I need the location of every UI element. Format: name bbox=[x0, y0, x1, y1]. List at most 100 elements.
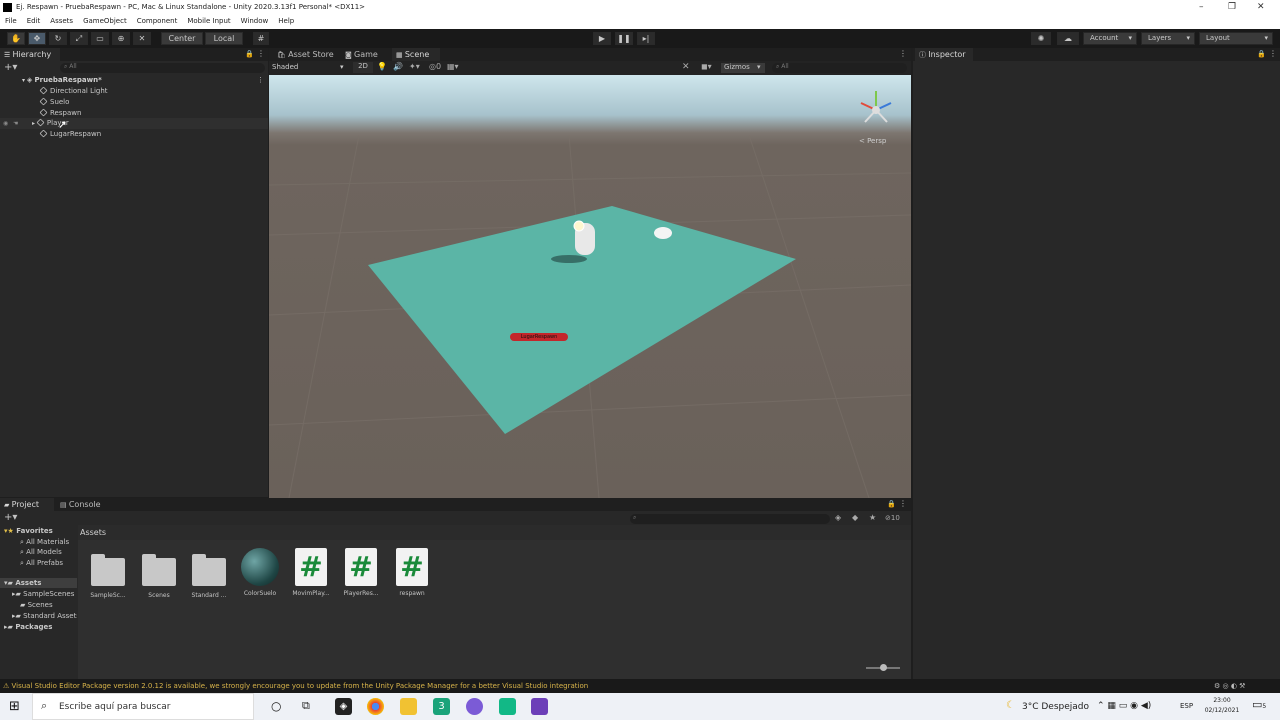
assets-root-row[interactable]: ▾▰ Assets bbox=[0, 578, 77, 588]
account-dropdown[interactable]: Account bbox=[1083, 32, 1137, 45]
app-3-icon[interactable]: 3 bbox=[433, 698, 450, 715]
hierarchy-item-lugarrespawn[interactable]: LugarRespawn bbox=[0, 129, 268, 140]
search-by-type-icon[interactable]: ◈ bbox=[835, 513, 841, 522]
menu-mobile-input[interactable]: Mobile Input bbox=[182, 15, 235, 29]
asset-item-scenes[interactable]: Scenes bbox=[135, 548, 183, 599]
menu-component[interactable]: Component bbox=[132, 15, 183, 29]
cortana-icon[interactable]: ○ bbox=[271, 699, 281, 713]
tree-folder-standard-assets[interactable]: ▸▰ Standard Assets bbox=[0, 611, 77, 621]
asset-item-samplescenes[interactable]: SampleSc... bbox=[84, 548, 132, 599]
search-by-label-icon[interactable]: ◆ bbox=[852, 513, 858, 522]
tab-project[interactable]: ▰ Project bbox=[0, 498, 54, 511]
file-explorer-icon[interactable] bbox=[400, 698, 417, 715]
tree-folder-samplescenes[interactable]: ▸▰ SampleScenes bbox=[0, 589, 77, 599]
visibility-eye-icon[interactable]: ◉ bbox=[3, 118, 8, 129]
asset-item-respawn[interactable]: # respawn bbox=[388, 548, 436, 597]
add-object-button[interactable]: +▾ bbox=[4, 62, 17, 73]
scene-viewport[interactable]: LugarRespawn < Persp bbox=[269, 75, 911, 498]
project-lock-icon[interactable]: 🔒 bbox=[887, 500, 896, 508]
notifications-icon[interactable]: ▭5 bbox=[1252, 698, 1266, 711]
taskbar-clock[interactable]: 23:00 02/12/2021 bbox=[1204, 696, 1240, 716]
tab-scene[interactable]: ▦ Scene bbox=[392, 48, 440, 61]
chrome-taskbar-icon[interactable] bbox=[367, 698, 384, 715]
visual-studio-icon[interactable] bbox=[531, 698, 548, 715]
hidden-packages-badge[interactable]: ⊘10 bbox=[885, 514, 900, 522]
lighting-toggle-icon[interactable]: 💡 bbox=[377, 62, 387, 71]
menu-edit[interactable]: Edit bbox=[22, 15, 46, 29]
weather-text[interactable]: 3°C Despejado bbox=[1022, 702, 1089, 712]
grid-toggle-icon[interactable]: ▦▾ bbox=[447, 62, 459, 71]
minimize-button[interactable]: – bbox=[1199, 2, 1204, 12]
rect-tool-icon[interactable]: ▭ bbox=[91, 32, 109, 45]
tab-game[interactable]: ◙ Game bbox=[341, 48, 389, 61]
tab-hierarchy[interactable]: ☰ Hierarchy bbox=[0, 48, 60, 61]
hidden-objects-icon[interactable]: ◎0 bbox=[429, 62, 441, 71]
favorite-star-icon[interactable]: ★ bbox=[869, 513, 876, 522]
scene-root-row[interactable]: ▾ ◈ PruebaRespawn* ⋮ bbox=[0, 75, 268, 86]
move-tool-icon[interactable]: ✥ bbox=[28, 32, 46, 45]
hierarchy-item-suelo[interactable]: Suelo bbox=[0, 97, 268, 108]
status-bar[interactable]: ⚠ Visual Studio Editor Package version 2… bbox=[0, 679, 1280, 693]
tray-icons[interactable]: ⌃ ▦ ▭ ◉ ◀) bbox=[1097, 701, 1151, 711]
packages-row[interactable]: ▸▰ Packages bbox=[0, 622, 77, 632]
camera-gizmo-icon[interactable] bbox=[654, 227, 672, 239]
transform-tool-icon[interactable]: ⊕ bbox=[112, 32, 130, 45]
menu-help[interactable]: Help bbox=[273, 15, 299, 29]
tab-console[interactable]: ▤ Console bbox=[56, 498, 108, 511]
perspective-label[interactable]: < Persp bbox=[859, 137, 886, 145]
menu-window[interactable]: Window bbox=[236, 15, 274, 29]
tree-folder-scenes[interactable]: ▰ Scenes bbox=[0, 600, 77, 610]
asset-item-colorsuelo[interactable]: ColorSuelo bbox=[236, 548, 284, 597]
camera-settings-icon[interactable]: ◼▾ bbox=[701, 62, 712, 71]
menu-assets[interactable]: Assets bbox=[45, 15, 78, 29]
2d-toggle[interactable]: 2D bbox=[353, 62, 373, 73]
effects-toggle-icon[interactable]: ✦▾ bbox=[409, 62, 420, 71]
asset-item-movimplayer[interactable]: # MovimPlay... bbox=[287, 548, 335, 597]
step-button-icon[interactable]: ▸| bbox=[637, 32, 655, 45]
taskbar-search-input[interactable]: ⌕ Escribe aquí para buscar bbox=[32, 693, 254, 720]
inspector-menu-icon[interactable]: ⋮ bbox=[1269, 49, 1277, 58]
layers-dropdown[interactable]: Layers bbox=[1141, 32, 1195, 45]
asset-breadcrumb[interactable]: Assets bbox=[78, 525, 911, 540]
panel-menu-icon[interactable]: ⋮ bbox=[257, 49, 265, 58]
project-search-input[interactable]: ⌕ bbox=[630, 514, 830, 524]
gizmos-dropdown[interactable]: Gizmos ▾ bbox=[721, 63, 765, 73]
pause-button-icon[interactable]: ❚❚ bbox=[615, 32, 633, 45]
hierarchy-search-input[interactable]: ⌕ All bbox=[60, 63, 265, 73]
tools-icon[interactable]: ✕ bbox=[682, 62, 690, 72]
cloud-icon[interactable]: ☁ bbox=[1057, 32, 1079, 45]
hierarchy-item-player[interactable]: ◉ ☚ ▸ Player bbox=[0, 118, 268, 129]
task-view-icon[interactable]: ⧉ bbox=[302, 699, 310, 713]
app-green-icon[interactable] bbox=[499, 698, 516, 715]
windows-start-icon[interactable]: ⊞ bbox=[9, 699, 20, 714]
unity-taskbar-icon[interactable]: ◈ bbox=[335, 698, 352, 715]
maximize-button[interactable]: ❐ bbox=[1228, 2, 1236, 12]
layout-dropdown[interactable]: Layout bbox=[1199, 32, 1273, 45]
inspector-lock-icon[interactable]: 🔒 bbox=[1257, 50, 1266, 58]
menu-gameobject[interactable]: GameObject bbox=[78, 15, 132, 29]
favorites-item-prefabs[interactable]: ⌕ All Prefabs bbox=[0, 558, 77, 568]
favorites-item-models[interactable]: ⌕ All Models bbox=[0, 547, 77, 557]
pickable-hand-icon[interactable]: ☚ bbox=[13, 118, 18, 129]
close-button[interactable]: ✕ bbox=[1257, 2, 1265, 12]
hierarchy-item-directional-light[interactable]: Directional Light bbox=[0, 86, 268, 97]
scene-search-input[interactable]: ⌕ All bbox=[772, 63, 907, 73]
tab-inspector[interactable]: ⓘ Inspector bbox=[915, 48, 973, 61]
scene-panel-menu-icon[interactable]: ⋮ bbox=[899, 49, 907, 58]
scale-tool-icon[interactable]: ⤢ bbox=[70, 32, 88, 45]
asset-item-standard-assets[interactable]: Standard ... bbox=[185, 548, 233, 599]
collab-icon[interactable]: ✺ bbox=[1031, 32, 1051, 45]
tab-asset-store[interactable]: 🛍 Asset Store bbox=[273, 48, 337, 61]
favorites-row[interactable]: ▾★ Favorites bbox=[0, 526, 77, 536]
menu-file[interactable]: File bbox=[0, 15, 22, 29]
custom-tool-icon[interactable]: ✕ bbox=[133, 32, 151, 45]
lock-icon[interactable]: 🔒 bbox=[245, 50, 254, 58]
create-asset-button[interactable]: +▾ bbox=[4, 512, 17, 523]
light-gizmo-icon[interactable] bbox=[573, 220, 585, 232]
language-indicator[interactable]: ESP bbox=[1180, 702, 1193, 710]
shading-dropdown[interactable]: Shaded ▾ bbox=[272, 63, 348, 73]
audio-toggle-icon[interactable]: 🔊 bbox=[393, 62, 403, 71]
view-gizmo[interactable] bbox=[860, 91, 892, 123]
app-messenger-icon[interactable] bbox=[466, 698, 483, 715]
rotate-tool-icon[interactable]: ↻ bbox=[49, 32, 67, 45]
